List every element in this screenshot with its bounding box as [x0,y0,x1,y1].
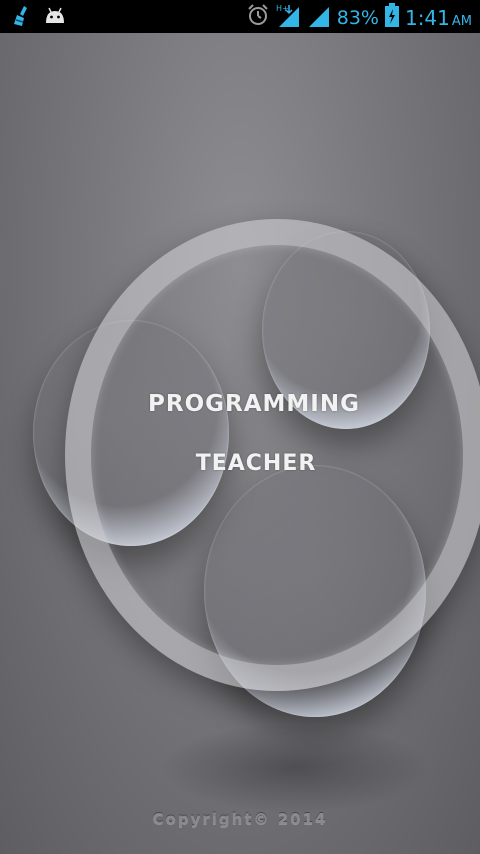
alarm-icon [247,4,269,31]
app-title-line2: TEACHER [195,451,317,476]
splash-screen: PROGRAMMING TEACHER Copyright© 2014 [0,33,480,854]
clock-ampm: AM [451,13,472,29]
battery-charging-icon [384,3,399,32]
app-title-line1: PROGRAMMING [148,391,360,417]
copyright-text: Copyright© 2014 [152,810,328,828]
clock: 1:41 AM [405,6,472,30]
clock-time: 1:41 [404,5,450,30]
hplus-signal-icon: H+ [275,3,301,32]
bubble-shadow [160,723,430,813]
broom-notification-icon [14,6,32,31]
cell-signal-icon [307,3,331,32]
status-bar: H+ 83% 1:41 AM [0,0,480,33]
android-notification-icon [44,7,66,30]
battery-percent: 83% [336,6,379,29]
